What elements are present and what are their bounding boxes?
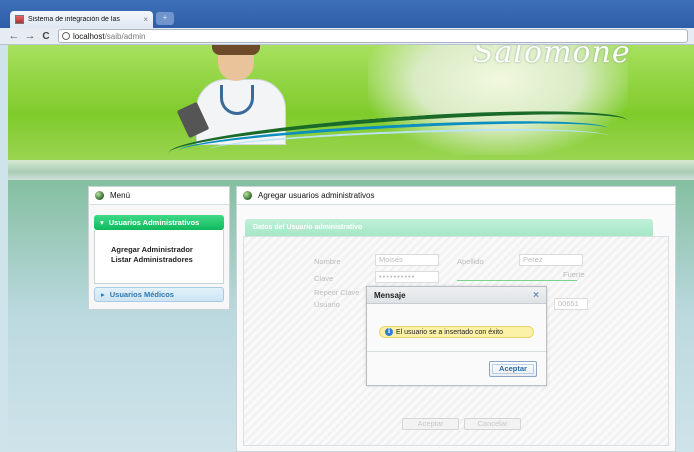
repetir-clave-label: Repetir Clave (314, 288, 360, 297)
message-dialog: Mensaje × i El usuario se a insertado co… (366, 286, 547, 386)
info-icon: i (385, 328, 393, 336)
dialog-title: Mensaje (374, 290, 406, 300)
dialog-title-bar[interactable]: Mensaje × (367, 287, 546, 304)
url-host: localhost (73, 31, 105, 41)
favicon-icon (15, 15, 24, 24)
browser-toolbar: ← → C localhost /saib/admin (0, 28, 694, 45)
site-header-banner: Salomone (8, 45, 694, 160)
menu-listar-administradores[interactable]: Listar Administradores (111, 255, 223, 265)
close-icon[interactable]: × (533, 290, 539, 301)
back-icon[interactable]: ← (6, 30, 22, 42)
dialog-divider (367, 351, 546, 352)
success-message: i El usuario se a insertado con éxito (379, 326, 534, 338)
sidebar-menu: Menú ▾ Usuarios Administrativos Agregar … (88, 186, 230, 310)
main-title: Agregar usuarios administrativos (258, 191, 375, 200)
chevron-right-icon: ▸ (101, 290, 105, 299)
clave-input[interactable]: •••••••••• (375, 271, 439, 283)
browser-tab-bar: Sistema de integración de las × + (0, 0, 694, 28)
tab-close-icon[interactable]: × (143, 15, 148, 24)
address-bar[interactable]: localhost /saib/admin (58, 29, 688, 43)
url-path: /saib/admin (104, 31, 146, 41)
dialog-aceptar-button[interactable]: Aceptar (489, 361, 537, 377)
menu-agregar-administrador[interactable]: Agregar Administrador (111, 245, 223, 255)
panel-bullet-icon (243, 191, 252, 200)
success-message-text: El usuario se a insertado con éxito (396, 328, 504, 336)
usuario-label: Usuario (314, 300, 340, 309)
page-info-icon[interactable] (62, 32, 70, 40)
apellido-input[interactable]: Perez (519, 254, 583, 266)
sidebar-title-bar: Menú (89, 187, 229, 205)
accordion-label: Usuarios Administrativos (108, 218, 200, 227)
clave-label: Clave (314, 274, 334, 283)
accordion-usuarios-administrativos[interactable]: ▾ Usuarios Administrativos (94, 215, 224, 230)
main-title-bar: Agregar usuarios administrativos (237, 187, 675, 205)
nombre-input[interactable]: Moisés (375, 254, 439, 266)
password-strength-bar (457, 280, 577, 281)
form-tab-header[interactable]: Datos del Usuario administrativo (245, 219, 653, 236)
sidebar-title: Menú (110, 191, 131, 200)
aceptar-button[interactable]: Aceptar (402, 418, 459, 430)
site-logo: Salomone (473, 45, 631, 70)
menu-bullet-icon (95, 191, 104, 200)
password-strength-label: Fuerte (563, 270, 585, 279)
usuario-input[interactable]: 00651 (554, 298, 588, 310)
apellido-label: Apellido (457, 257, 484, 266)
new-tab-button[interactable]: + (156, 12, 174, 25)
browser-tab[interactable]: Sistema de integración de las × (10, 11, 153, 28)
accordion-body: Agregar Administrador Listar Administrad… (94, 230, 224, 284)
accordion-usuarios-medicos[interactable]: ▸ Usuarios Médicos (94, 287, 224, 302)
accordion-label: Usuarios Médicos (109, 290, 174, 299)
nombre-label: Nombre (314, 257, 341, 266)
header-band (8, 160, 694, 180)
reload-icon[interactable]: C (38, 31, 54, 42)
doctor-hair (212, 45, 260, 55)
cancelar-button[interactable]: Cancelar (464, 418, 521, 430)
tab-title: Sistema de integración de las (28, 16, 120, 23)
forward-icon[interactable]: → (22, 30, 38, 42)
chevron-down-icon: ▾ (100, 218, 104, 227)
